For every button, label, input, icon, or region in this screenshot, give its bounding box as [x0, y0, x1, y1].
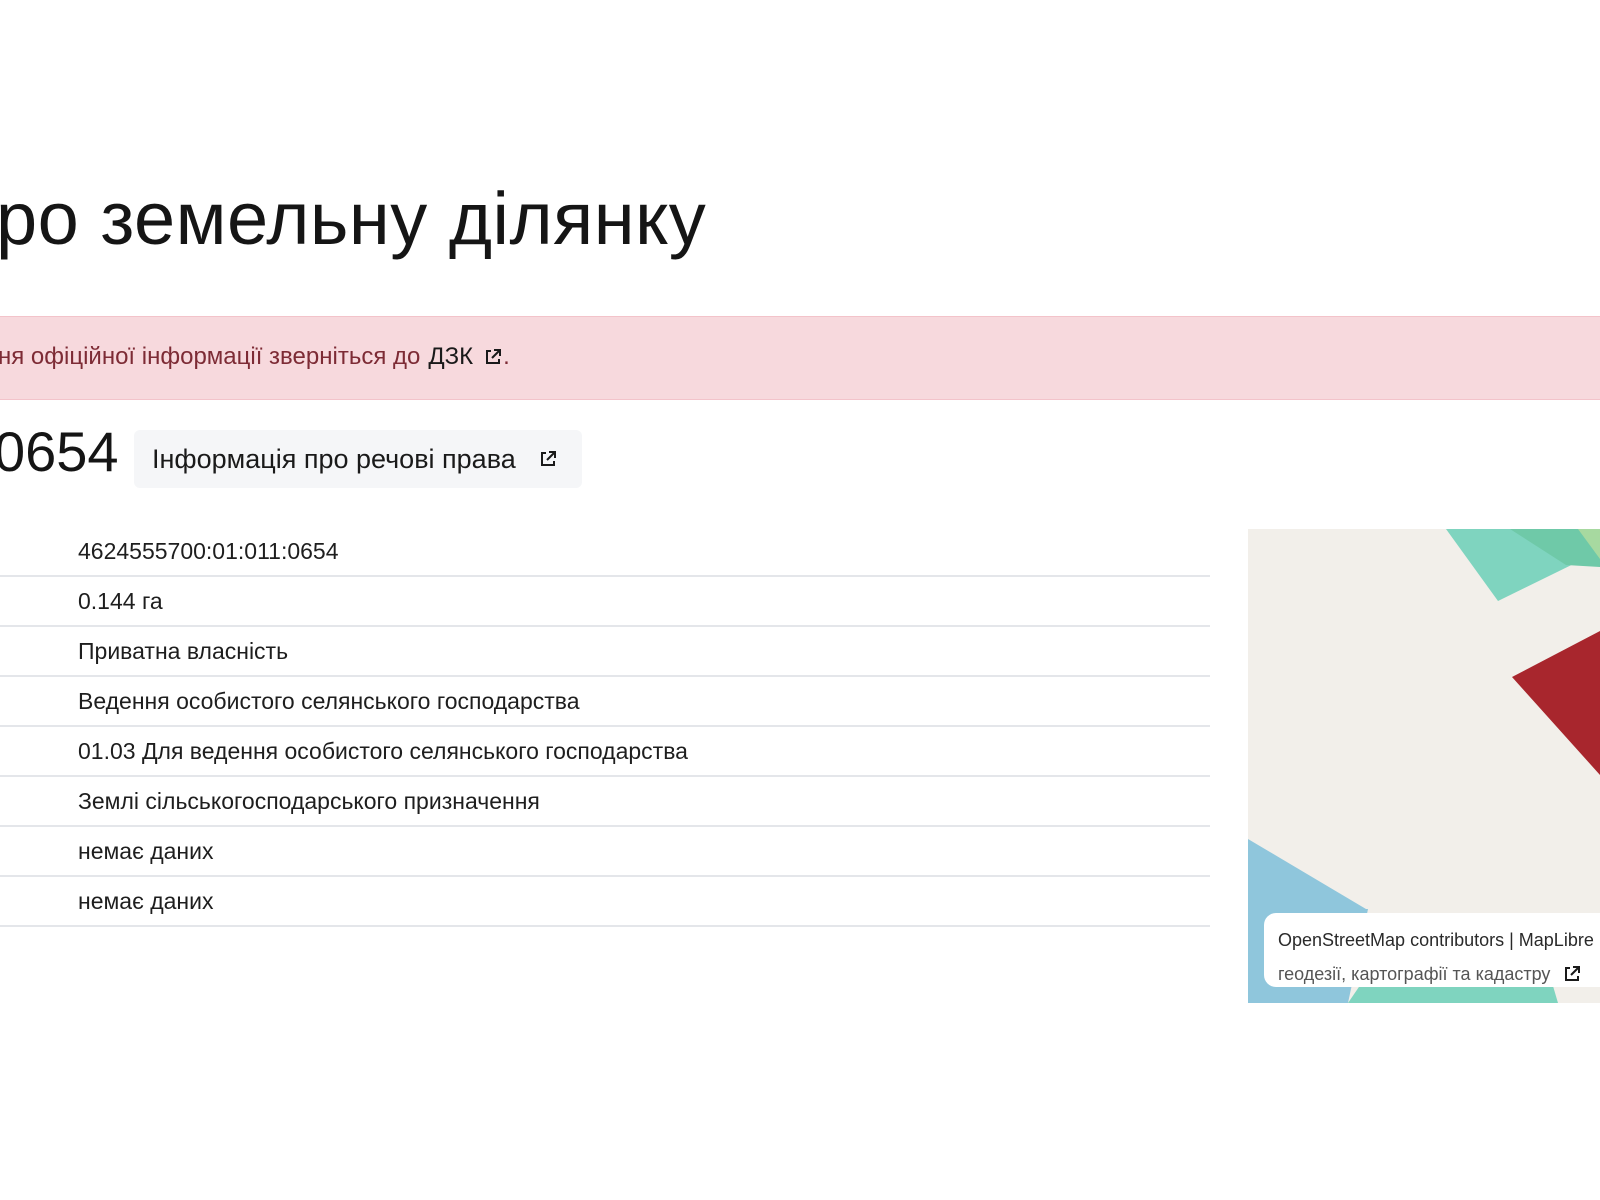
dzk-link[interactable]: ДЗК: [428, 343, 503, 371]
rights-info-button-label: Інформація про речові права: [152, 443, 516, 474]
notice-banner: ня офіційної інформації зверніться до ДЗ…: [0, 316, 1600, 400]
info-value: 4624555700:01:011:0654: [78, 537, 339, 564]
parcel-map[interactable]: OpenStreetMap contributors | MapLibre ге…: [1248, 529, 1600, 1003]
notice-message: ня офіційної інформації зверніться до: [0, 343, 421, 370]
notice-trailing: .: [503, 343, 510, 370]
external-link-icon: [483, 347, 503, 367]
attribution-line-1: OpenStreetMap contributors | MapLibre: [1278, 930, 1594, 950]
info-row-ownership: Приватна власність: [0, 627, 1210, 677]
info-value: Ведення особистого селянського господарс…: [78, 687, 580, 714]
external-link-icon: [538, 449, 558, 469]
info-row-area: 0.144 га: [0, 577, 1210, 627]
info-row-no-data-1: немає даних: [0, 827, 1210, 877]
parcel-number: 0654: [0, 420, 119, 483]
info-value: немає даних: [78, 887, 214, 914]
info-value: Приватна власність: [78, 637, 289, 664]
info-value: немає даних: [78, 837, 214, 864]
notice-text: ня офіційної інформації зверніться до ДЗ…: [0, 343, 510, 371]
info-value: 01.03 Для ведення особистого селянського…: [78, 737, 688, 764]
info-row-no-data-2: немає даних: [0, 877, 1210, 927]
dzk-link-label: ДЗК: [428, 343, 474, 370]
info-value: Землі сільськогосподарського призначення: [78, 787, 540, 814]
info-row-purpose: 01.03 Для ведення особистого селянського…: [0, 727, 1210, 777]
parcel-info-table: 4624555700:01:011:0654 0.144 га Приватна…: [0, 527, 1210, 927]
rights-info-button[interactable]: Інформація про речові права: [134, 430, 582, 488]
external-link-icon[interactable]: [1562, 964, 1582, 984]
info-row-use-type: Ведення особистого селянського господарс…: [0, 677, 1210, 727]
info-row-cadastral-number: 4624555700:01:011:0654: [0, 527, 1210, 577]
attribution-line-2: геодезії, картографії та кадастру: [1278, 964, 1551, 984]
page-title: ро земельну ділянку: [0, 177, 707, 260]
info-value: 0.144 га: [78, 587, 163, 614]
attribution-line-2-row: геодезії, картографії та кадастру: [1278, 957, 1600, 991]
page: ро земельну ділянку ня офіційної інформа…: [0, 0, 1600, 1200]
info-row-land-category: Землі сільськогосподарського призначення: [0, 777, 1210, 827]
map-attribution: OpenStreetMap contributors | MapLibre ге…: [1264, 913, 1600, 987]
